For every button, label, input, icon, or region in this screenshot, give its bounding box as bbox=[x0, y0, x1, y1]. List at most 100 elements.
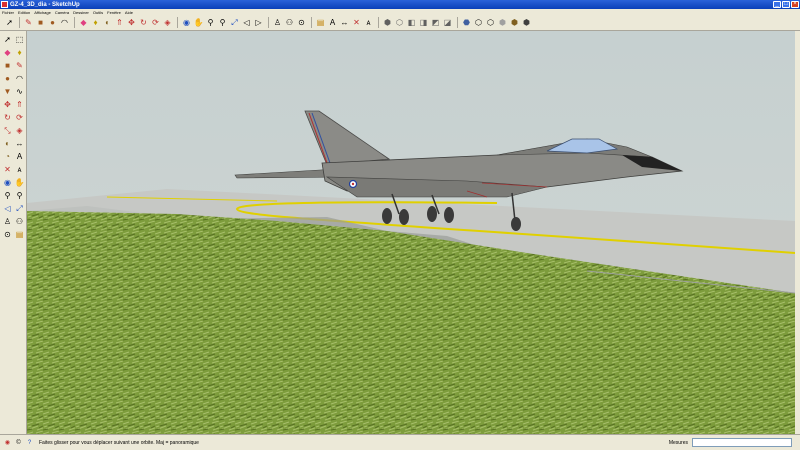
paint-bucket-icon[interactable]: ♦ bbox=[14, 47, 25, 58]
menu-aide[interactable]: Aide bbox=[123, 10, 135, 15]
circle-icon[interactable]: ● bbox=[2, 73, 13, 84]
previous-view-icon[interactable]: ◁ bbox=[2, 203, 13, 214]
geo-location-icon[interactable]: ◉ bbox=[4, 439, 11, 446]
menu-affichage[interactable]: Affichage bbox=[32, 10, 53, 15]
orbit-icon[interactable]: ◉ bbox=[2, 177, 13, 188]
back-view-icon[interactable]: ◩ bbox=[430, 17, 441, 28]
pan-icon[interactable]: ✋ bbox=[14, 177, 25, 188]
menu-fenetre[interactable]: Fenêtre bbox=[105, 10, 123, 15]
zoom-extents-icon[interactable]: ⤢ bbox=[229, 17, 240, 28]
status-bar: ◉ © ? Faites glisser pour vous déplacer … bbox=[0, 434, 800, 450]
section-plane-icon[interactable]: ▤ bbox=[315, 17, 326, 28]
next-view-icon[interactable]: ▷ bbox=[253, 17, 264, 28]
arc-icon[interactable]: ◠ bbox=[59, 17, 70, 28]
zoom-icon[interactable]: ⚲ bbox=[205, 17, 216, 28]
offset-icon[interactable]: ◈ bbox=[14, 125, 25, 136]
polygon-icon[interactable]: ▼ bbox=[2, 86, 13, 97]
arc-icon[interactable]: ◠ bbox=[14, 73, 25, 84]
circle-icon[interactable]: ● bbox=[47, 17, 58, 28]
position-camera-icon[interactable]: ♙ bbox=[272, 17, 283, 28]
zoom-icon[interactable]: ⚲ bbox=[2, 190, 13, 201]
look-around-icon[interactable]: ⊙ bbox=[2, 229, 13, 240]
shaded-icon[interactable]: ⬢ bbox=[497, 17, 508, 28]
walk-icon[interactable]: ⚇ bbox=[14, 216, 25, 227]
rotate-icon[interactable]: ↻ bbox=[2, 112, 13, 123]
shaded-textures-icon[interactable]: ⬢ bbox=[509, 17, 520, 28]
zoom-window-icon[interactable]: ⚲ bbox=[14, 190, 25, 201]
rectangle-icon[interactable]: ■ bbox=[35, 17, 46, 28]
toolbar-separator bbox=[74, 17, 75, 28]
text-icon[interactable]: A bbox=[14, 151, 25, 162]
menu-camera[interactable]: Caméra bbox=[53, 10, 71, 15]
scene-drawing bbox=[27, 31, 795, 434]
walk-icon[interactable]: ⚇ bbox=[284, 17, 295, 28]
front-view-icon[interactable]: ◧ bbox=[406, 17, 417, 28]
menu-dessiner[interactable]: Dessiner bbox=[71, 10, 91, 15]
eraser-icon[interactable]: ◆ bbox=[78, 17, 89, 28]
offset-icon[interactable]: ◈ bbox=[162, 17, 173, 28]
hidden-line-icon[interactable]: ⬡ bbox=[485, 17, 496, 28]
monochrome-icon[interactable]: ⬢ bbox=[521, 17, 532, 28]
follow-me-icon[interactable]: ⟳ bbox=[14, 112, 25, 123]
status-hint: Faites glisser pour vous déplacer suivan… bbox=[39, 439, 199, 446]
section-plane-icon[interactable]: ▤ bbox=[14, 229, 25, 240]
axes-icon[interactable]: ✕ bbox=[351, 17, 362, 28]
wireframe-icon[interactable]: ⬡ bbox=[473, 17, 484, 28]
paint-bucket-icon[interactable]: ♦ bbox=[90, 17, 101, 28]
dimension-icon[interactable]: ↔ bbox=[339, 17, 350, 28]
rectangle-icon[interactable]: ■ bbox=[2, 60, 13, 71]
pan-icon[interactable]: ✋ bbox=[193, 17, 204, 28]
tape-measure-icon[interactable]: ◐ bbox=[102, 17, 113, 28]
protractor-icon[interactable]: ◔ bbox=[2, 151, 13, 162]
select-arrow-icon[interactable]: ➚ bbox=[4, 17, 15, 28]
push-pull-icon[interactable]: ⇑ bbox=[114, 17, 125, 28]
menu-edition[interactable]: Edition bbox=[16, 10, 32, 15]
axes-icon[interactable]: ✕ bbox=[2, 164, 13, 175]
toolbar-separator bbox=[19, 17, 20, 28]
tape-measure-icon[interactable]: ◐ bbox=[2, 138, 13, 149]
toolbar-separator bbox=[177, 17, 178, 28]
freehand-icon[interactable]: ∿ bbox=[14, 86, 25, 97]
window-title: GZ-4_3D_dia - SketchUp bbox=[10, 1, 80, 8]
orbit-icon[interactable]: ◉ bbox=[181, 17, 192, 28]
measures-input[interactable] bbox=[692, 438, 792, 447]
sketchup-app-icon[interactable] bbox=[1, 1, 8, 8]
menu-fichier[interactable]: Fichier bbox=[0, 10, 16, 15]
iso-view-icon[interactable]: ⬢ bbox=[382, 17, 393, 28]
right-view-icon[interactable]: ◨ bbox=[418, 17, 429, 28]
close-button[interactable]: × bbox=[791, 1, 799, 8]
zoom-extents-icon[interactable]: ⤢ bbox=[14, 203, 25, 214]
look-around-icon[interactable]: ⊙ bbox=[296, 17, 307, 28]
toolbar-separator bbox=[311, 17, 312, 28]
maximize-button[interactable]: □ bbox=[782, 1, 790, 8]
minimize-button[interactable]: _ bbox=[773, 1, 781, 8]
3d-text-icon[interactable]: ᴀ bbox=[363, 17, 374, 28]
scale-icon[interactable]: ⤡ bbox=[2, 125, 13, 136]
credits-icon[interactable]: © bbox=[15, 439, 22, 446]
previous-view-icon[interactable]: ◁ bbox=[241, 17, 252, 28]
dimension-icon[interactable]: ↔ bbox=[14, 138, 25, 149]
eraser-icon[interactable]: ◆ bbox=[2, 47, 13, 58]
follow-me-icon[interactable]: ⟳ bbox=[150, 17, 161, 28]
move-icon[interactable]: ✥ bbox=[126, 17, 137, 28]
help-icon[interactable]: ? bbox=[26, 439, 33, 446]
move-icon[interactable]: ✥ bbox=[2, 99, 13, 110]
3d-viewport[interactable] bbox=[27, 31, 795, 434]
text-icon[interactable]: A bbox=[327, 17, 338, 28]
pencil-line-icon[interactable]: ✎ bbox=[23, 17, 34, 28]
zoom-window-icon[interactable]: ⚲ bbox=[217, 17, 228, 28]
large-tool-set: ➚ ⬚ ◆ ♦ ■ ✎ ● ◠ ▼ ∿ ✥ ⇑ ↻ ⟳ ⤡ ◈ ◐ ↔ ◔ A … bbox=[0, 31, 27, 434]
position-camera-icon[interactable]: ♙ bbox=[2, 216, 13, 227]
left-view-icon[interactable]: ◪ bbox=[442, 17, 453, 28]
main-toolbar: ➚ ✎ ■ ● ◠ ◆ ♦ ◐ ⇑ ✥ ↻ ⟳ ◈ ◉ ✋ ⚲ ⚲ ⤢ ◁ ▷ … bbox=[0, 15, 800, 31]
menu-outils[interactable]: Outils bbox=[91, 10, 105, 15]
3d-text-icon[interactable]: ᴀ bbox=[14, 164, 25, 175]
xray-icon[interactable]: ⬣ bbox=[461, 17, 472, 28]
pencil-line-icon[interactable]: ✎ bbox=[14, 60, 25, 71]
push-pull-icon[interactable]: ⇑ bbox=[14, 99, 25, 110]
select-arrow-icon[interactable]: ➚ bbox=[2, 34, 13, 45]
make-component-icon[interactable]: ⬚ bbox=[14, 34, 25, 45]
toolbar-separator bbox=[268, 17, 269, 28]
rotate-icon[interactable]: ↻ bbox=[138, 17, 149, 28]
top-view-icon[interactable]: ⬡ bbox=[394, 17, 405, 28]
